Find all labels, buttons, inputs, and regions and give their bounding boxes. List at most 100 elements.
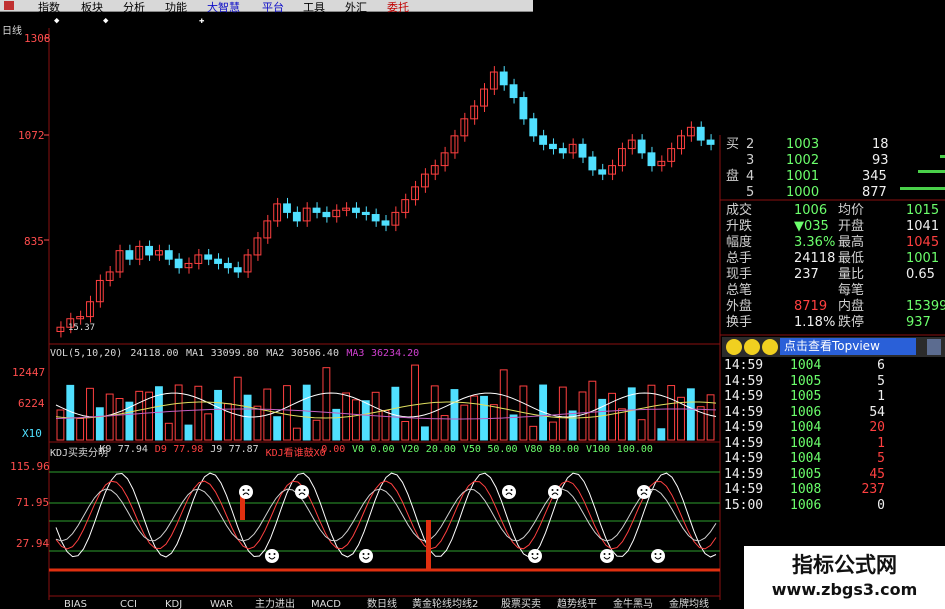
- tick-time: 14:59: [724, 435, 764, 451]
- order-book-row: 3 1002 93: [724, 153, 945, 169]
- quote-label: 最高: [838, 235, 865, 250]
- candle: [214, 258, 222, 264]
- candle: [696, 126, 705, 141]
- volume-bar: [184, 424, 193, 441]
- kdj-header-item: 0.00: [370, 444, 395, 455]
- order-book-level: 5: [746, 185, 755, 200]
- volume-bar: [509, 414, 518, 441]
- tick-row: 15:00 1006 0: [724, 498, 945, 514]
- kdj-header-item: J9: [210, 444, 223, 455]
- tick-price: 1004: [790, 435, 822, 451]
- volume-bar: [470, 395, 479, 441]
- indicator-tab[interactable]: 主力进出: [255, 600, 295, 609]
- sad-face-icon: [637, 485, 651, 499]
- volume-ma-line: [55, 401, 717, 419]
- indicator-tab[interactable]: 黄金轮线均线2: [412, 600, 478, 609]
- candle: [164, 250, 173, 260]
- quote-value: 1015: [906, 203, 940, 218]
- candle: [539, 135, 548, 145]
- volume-bar: [194, 385, 203, 441]
- face-eye: [603, 553, 606, 555]
- volume-bar: [56, 409, 65, 441]
- indicator-tab[interactable]: WAR: [210, 600, 233, 609]
- indicator-tab[interactable]: 股票买卖: [501, 600, 541, 609]
- volume-bar: [430, 385, 439, 441]
- volume-bar: [420, 426, 429, 441]
- quote-row: 总手 24118 最低 1001: [724, 251, 945, 267]
- volume-bar: [489, 404, 498, 441]
- volume-bar: [460, 404, 469, 441]
- indicator-tab[interactable]: CCI: [120, 600, 137, 609]
- smile-face-icon: [651, 549, 665, 563]
- volume-bar: [115, 398, 124, 441]
- tick-row: 14:59 1004 1: [724, 436, 945, 452]
- order-book-level: 2: [746, 137, 755, 152]
- tick-price: 1006: [790, 497, 822, 513]
- tick-time: 14:59: [724, 358, 764, 373]
- watermark-title: 指标公式网: [792, 553, 897, 577]
- tick-price: 1006: [790, 404, 822, 420]
- tick-time: 14:59: [724, 482, 764, 497]
- sad-face-icon: [548, 485, 562, 499]
- quote-label: 现手: [726, 267, 753, 282]
- tick-time: 15:00: [724, 497, 764, 513]
- volume-header-item: 36234.20: [371, 348, 420, 359]
- indicator-tab[interactable]: BIAS: [64, 600, 87, 609]
- candle: [420, 173, 429, 188]
- tick-time: 14:59: [724, 451, 764, 466]
- volume-bar: [381, 409, 390, 441]
- quote-label: 量比: [838, 267, 865, 282]
- indicator-tab[interactable]: 金牛黑马: [613, 600, 653, 609]
- candle: [558, 148, 567, 154]
- tick-volume: 0: [877, 497, 885, 513]
- face-eye: [242, 489, 245, 491]
- volume-bar: [657, 428, 666, 441]
- volume-bar: [135, 390, 144, 441]
- price-tick-top: 1308: [24, 32, 51, 45]
- sad-face-icon: [239, 485, 253, 499]
- topview-scroll-button[interactable]: [927, 339, 941, 355]
- order-book-volume: 877: [862, 185, 887, 200]
- face-eye: [303, 489, 306, 491]
- volume-bar: [568, 410, 577, 441]
- volume-bar: [686, 388, 695, 441]
- indicator-tab[interactable]: KDJ: [165, 600, 182, 609]
- topview-link[interactable]: 点击查看Topview: [780, 338, 916, 355]
- kdj-j-line: [55, 488, 717, 542]
- indicator-dot[interactable]: [762, 339, 778, 355]
- candle: [283, 203, 291, 213]
- volume-bar: [549, 421, 557, 441]
- price-tick-low: 835: [24, 235, 44, 248]
- quote-label: 换手: [726, 315, 753, 330]
- face-eye: [654, 553, 657, 555]
- volume-header-item: 33099.80: [210, 348, 259, 359]
- order-book-row: 5 1000 877: [724, 185, 945, 201]
- smile-face-icon: [265, 549, 279, 563]
- order-book-side: 买: [726, 137, 740, 152]
- candle: [204, 254, 213, 260]
- order-book-volume: 18: [872, 137, 889, 152]
- quote-row: 幅度 3.36% 最高 1045: [724, 235, 945, 251]
- indicator-dot[interactable]: [744, 339, 760, 355]
- volume-header-item: VOL(5,10,20): [50, 348, 123, 359]
- quote-label: 开盘: [838, 219, 865, 234]
- candle: [519, 97, 528, 120]
- face-eye: [551, 489, 554, 491]
- indicator-tab[interactable]: 数日线: [367, 600, 397, 609]
- order-book-price: 1000: [786, 185, 820, 200]
- indicator-tab[interactable]: 金牌均线: [669, 600, 709, 609]
- indicator-dot[interactable]: [726, 339, 742, 355]
- indicator-tab[interactable]: 趋势线平: [557, 600, 597, 609]
- candle: [529, 118, 538, 137]
- face-eye: [556, 489, 559, 491]
- tick-volume: 5: [877, 373, 885, 389]
- volume-bar: [361, 400, 370, 441]
- volume-bar: [204, 413, 213, 441]
- volume-header-item: MA2: [266, 348, 285, 359]
- quote-row: 总笔 每笔: [724, 283, 945, 299]
- order-book-side: 盘: [726, 169, 740, 184]
- indicator-tab[interactable]: MACD: [311, 600, 341, 609]
- face-eye: [505, 489, 508, 491]
- tick-price: 1005: [790, 466, 822, 482]
- kdj-header-item: 77.87: [228, 444, 259, 455]
